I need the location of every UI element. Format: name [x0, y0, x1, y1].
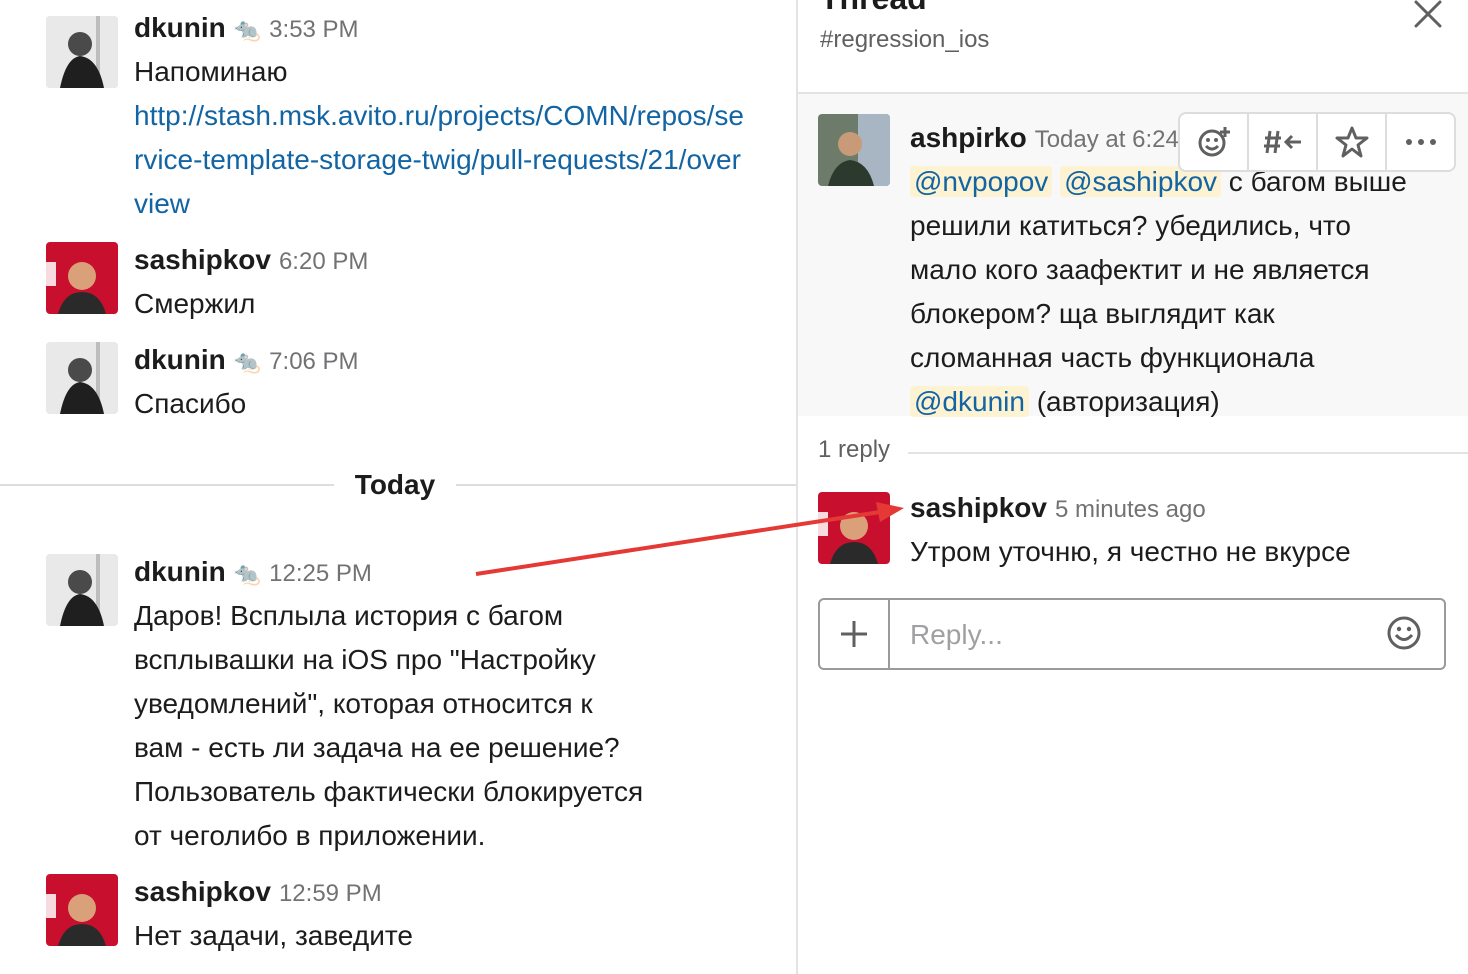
reply-divider: [908, 452, 1468, 454]
timestamp[interactable]: 12:59 PM: [279, 880, 382, 907]
star-button[interactable]: [1318, 114, 1387, 170]
message-text: Спасибо: [134, 388, 247, 419]
timestamp[interactable]: Today at 6:24: [1035, 126, 1179, 153]
username[interactable]: sashipkov: [134, 876, 271, 907]
message-text: Нет задачи, заведите: [134, 920, 413, 951]
username[interactable]: dkunin: [134, 12, 226, 43]
message-link[interactable]: http://stash.msk.avito.ru/projects/COMN/…: [134, 94, 750, 226]
share-to-channel-button[interactable]: [1249, 114, 1318, 170]
timestamp[interactable]: 6:20 PM: [279, 248, 368, 275]
star-icon: [1335, 126, 1368, 158]
thread-channel-link[interactable]: #regression_ios: [820, 24, 989, 56]
message-text: Даров! Всплыла история с багом всплывашк…: [134, 600, 644, 851]
avatar-ashpirko[interactable]: [818, 114, 890, 186]
mention-nvpopov[interactable]: @nvpopov: [910, 166, 1053, 197]
username[interactable]: dkunin: [134, 556, 226, 587]
avatar-sashipkov[interactable]: [46, 242, 118, 314]
username[interactable]: sashipkov: [910, 492, 1047, 523]
more-actions-icon: [1405, 139, 1436, 145]
reply-count: 1 reply: [818, 436, 891, 463]
status-emoji-icon: 🐀: [233, 561, 262, 586]
message-text: Смержил: [134, 288, 256, 319]
more-actions-button[interactable]: [1387, 114, 1454, 170]
status-emoji-icon: 🐀: [233, 17, 262, 42]
plus-icon: [841, 621, 867, 647]
timestamp[interactable]: 5 minutes ago: [1055, 496, 1206, 523]
message-actions-toolbar: [1178, 112, 1456, 172]
avatar-sashipkov[interactable]: [46, 874, 118, 946]
share-to-channel-icon: [1263, 130, 1301, 154]
channel-pane: dkunin 🐀 3:53 PM Напоминаю http://stash.ms…: [0, 0, 796, 974]
reply-composer: [818, 598, 1446, 670]
avatar-dkunin[interactable]: [46, 16, 118, 88]
avatar-dkunin[interactable]: [46, 554, 118, 626]
timestamp[interactable]: 12:25 PM: [269, 560, 372, 587]
timestamp[interactable]: 7:06 PM: [269, 348, 358, 375]
message-text: с багом выше решили катиться? убедились,…: [910, 166, 1407, 373]
thread-pane: Thread #regression_ios ashpirko Today at …: [798, 0, 1468, 974]
message-text: (авторизация): [1036, 386, 1220, 417]
username[interactable]: sashipkov: [134, 244, 271, 275]
emoji-icon[interactable]: [1386, 615, 1422, 651]
username[interactable]: ashpirko: [910, 122, 1027, 153]
avatar-dkunin[interactable]: [46, 342, 118, 414]
message-text: Напоминаю: [134, 56, 288, 87]
avatar-sashipkov[interactable]: [818, 492, 890, 564]
mention-dkunin[interactable]: @dkunin: [910, 386, 1029, 417]
add-reaction-icon: [1198, 127, 1230, 157]
status-emoji-icon: 🐀: [233, 349, 262, 374]
date-divider-label: Today: [334, 468, 456, 502]
attach-button[interactable]: [820, 600, 890, 668]
username[interactable]: dkunin: [134, 344, 226, 375]
close-icon[interactable]: [1410, 0, 1446, 32]
message-text: Утром уточню, я честно не вкурсе: [910, 536, 1351, 567]
thread-title: Thread: [820, 0, 927, 18]
timestamp[interactable]: 3:53 PM: [269, 16, 358, 43]
reply-input[interactable]: [908, 614, 1352, 656]
add-reaction-button[interactable]: [1180, 114, 1249, 170]
